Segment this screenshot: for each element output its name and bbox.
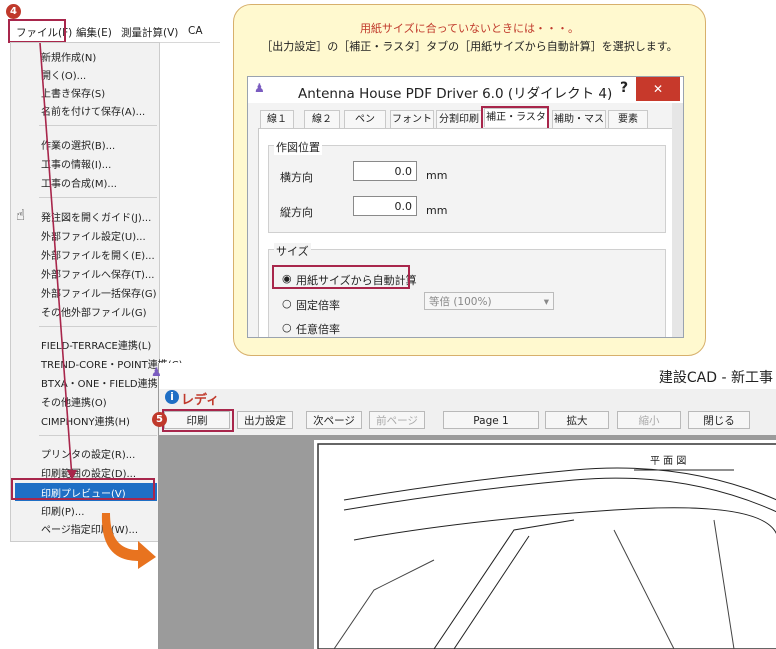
dialog-app-icon: ♟ bbox=[254, 81, 265, 95]
next-page-button[interactable]: 次ページ bbox=[306, 411, 362, 429]
radio-any[interactable]: ○ bbox=[282, 321, 292, 334]
radio-fixed-label: 固定倍率 bbox=[296, 299, 340, 312]
info-icon: i bbox=[165, 390, 179, 404]
cad-app-icon: ♟ bbox=[151, 365, 162, 379]
cad-window-title: 建設CAD - 新工事 bbox=[658, 370, 773, 386]
position-group-label: 作図位置 bbox=[274, 139, 322, 155]
horizontal-label: 横方向 bbox=[280, 171, 313, 184]
chevron-down-icon: ▾ bbox=[543, 296, 549, 308]
drawing-title: 平 面 図 bbox=[650, 456, 687, 467]
tab-line2[interactable]: 線２ bbox=[304, 110, 340, 129]
vertical-unit: mm bbox=[426, 204, 448, 217]
fixed-ratio-select[interactable]: 等倍 (100%) ▾ bbox=[424, 292, 554, 310]
print-button-highlight bbox=[162, 409, 234, 432]
zoom-in-button[interactable]: 拡大 bbox=[545, 411, 609, 429]
tab-elements[interactable]: 要素 bbox=[608, 110, 648, 129]
prev-page-button[interactable]: 前ページ bbox=[369, 411, 425, 429]
cad-main-window: ♟ 建設CAD - 新工事 i レディ 平 面 図 bbox=[151, 363, 776, 649]
close-button[interactable]: ✕ bbox=[636, 77, 680, 101]
step-5-badge: 5 bbox=[152, 412, 167, 427]
radio-fixed[interactable]: ○ bbox=[282, 297, 292, 310]
tab-pen[interactable]: ペン bbox=[344, 110, 386, 129]
drawing-sheet: 平 面 図 bbox=[314, 440, 776, 649]
fixed-ratio-value: 等倍 (100%) bbox=[429, 296, 492, 308]
dialog-title: Antenna House PDF Driver 6.0 (リダイレクト 4) bbox=[298, 86, 613, 102]
tab-line1[interactable]: 線１ bbox=[260, 110, 294, 129]
pdf-driver-dialog: ♟ Antenna House PDF Driver 6.0 (リダイレクト 4… bbox=[247, 76, 684, 338]
orange-arrow-icon bbox=[101, 513, 156, 569]
page-indicator: Page 1 bbox=[443, 411, 539, 429]
help-button[interactable]: ? bbox=[620, 80, 628, 96]
radio-any-label: 任意倍率 bbox=[296, 323, 340, 336]
output-settings-button[interactable]: 出力設定 bbox=[237, 411, 293, 429]
tab-aux-mask[interactable]: 補助・マスク bbox=[552, 110, 606, 143]
status-text: レディ bbox=[181, 393, 220, 408]
dialog-scrollbar[interactable] bbox=[672, 103, 683, 337]
zoom-out-button[interactable]: 縮小 bbox=[617, 411, 681, 429]
tab-font[interactable]: フォント bbox=[390, 110, 434, 129]
tab-split-print[interactable]: 分割印刷 bbox=[436, 110, 482, 129]
horizontal-input[interactable]: 0.0 bbox=[353, 161, 417, 181]
close-preview-button[interactable]: 閉じる bbox=[688, 411, 750, 429]
callout-line-1: 用紙サイズに合っていないときには・・・。 bbox=[359, 22, 580, 35]
drawing-lines bbox=[317, 443, 776, 649]
dialog-titlebar: ♟ Antenna House PDF Driver 6.0 (リダイレクト 4… bbox=[248, 77, 683, 103]
horizontal-unit: mm bbox=[426, 169, 448, 182]
callout-line-2: ［出力設定］の［補正・ラスタ］タブの［用紙サイズから自動計算］を選択します。 bbox=[261, 40, 678, 53]
size-group-label: サイズ bbox=[274, 243, 311, 259]
cad-titlebar: ♟ 建設CAD - 新工事 bbox=[151, 363, 776, 389]
position-group bbox=[268, 145, 666, 233]
correction-tab-highlight bbox=[481, 106, 549, 130]
vertical-label: 縦方向 bbox=[280, 206, 313, 219]
auto-calc-highlight bbox=[272, 265, 410, 289]
vertical-input[interactable]: 0.0 bbox=[353, 196, 417, 216]
